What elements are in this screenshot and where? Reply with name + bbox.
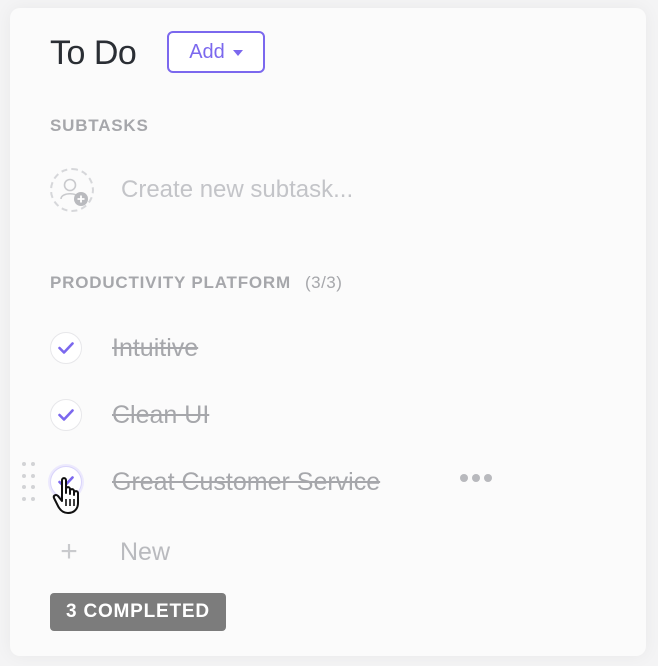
drag-handle-icon[interactable]	[22, 462, 36, 504]
checklist-item[interactable]: Clean UI	[50, 395, 209, 435]
checklist-heading: PRODUCTIVITY PLATFORM (3/3)	[50, 273, 342, 293]
checklist-count: (3/3)	[304, 273, 343, 292]
checklist-item-label[interactable]: Clean UI	[112, 401, 209, 430]
add-button-label: Add	[189, 40, 225, 63]
create-subtask-input[interactable]: Create new subtask...	[121, 176, 353, 204]
checklist-title: PRODUCTIVITY PLATFORM	[50, 273, 291, 292]
add-assignee-icon[interactable]	[50, 168, 94, 212]
new-item-label: New	[120, 537, 171, 566]
subtasks-heading: SUBTASKS	[50, 116, 149, 135]
new-item-button[interactable]: + New	[54, 532, 170, 572]
checklist-item[interactable]: Intuitive	[50, 328, 198, 368]
completed-toggle[interactable]: 3 COMPLETED	[50, 593, 226, 631]
checkmark-icon[interactable]	[50, 332, 82, 364]
caret-down-icon	[232, 50, 243, 56]
page-title: To Do	[50, 34, 137, 72]
checkmark-icon[interactable]	[50, 399, 82, 431]
checklist-item-label[interactable]: Great Customer Service	[112, 468, 380, 497]
more-dots-icon[interactable]	[460, 474, 492, 482]
add-button[interactable]: Add	[167, 31, 265, 73]
plus-icon: +	[60, 535, 78, 568]
checklist-item[interactable]: Great Customer Service	[50, 462, 380, 502]
checkmark-icon[interactable]	[50, 466, 82, 498]
create-subtask-row[interactable]: Create new subtask...	[50, 166, 353, 214]
checklist-item-label[interactable]: Intuitive	[112, 334, 198, 363]
